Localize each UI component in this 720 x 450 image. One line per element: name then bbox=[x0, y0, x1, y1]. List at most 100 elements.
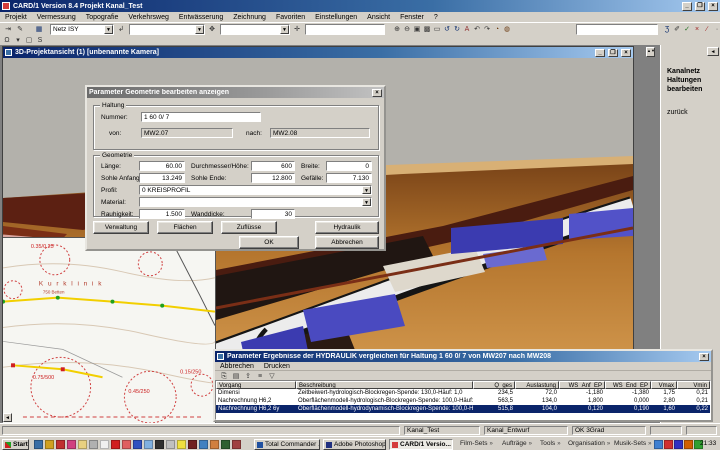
chevron-right-icon[interactable]: » bbox=[648, 441, 651, 447]
sohle-anfang-field[interactable]: 13.249 bbox=[139, 173, 185, 183]
breite-field[interactable]: 0 bbox=[326, 161, 372, 171]
menu-ansicht[interactable]: Ansicht bbox=[367, 14, 390, 21]
station-combobox[interactable]: ▼ bbox=[129, 24, 205, 35]
quicklaunch-icon[interactable] bbox=[56, 440, 65, 449]
rauhigkeit-field[interactable]: 1.500 bbox=[139, 209, 185, 219]
menu-projekt[interactable]: Projekt bbox=[5, 14, 27, 21]
omega-icon[interactable]: Ω bbox=[2, 35, 12, 45]
quicklaunch-icon[interactable] bbox=[67, 440, 76, 449]
results-menu-abbrechen[interactable]: Abbrechen bbox=[220, 363, 254, 370]
sidebar-item-kanalnetz[interactable]: Kanalnetz bbox=[667, 67, 702, 76]
results-menu-drucken[interactable]: Drucken bbox=[264, 363, 290, 370]
quicklaunch-icon[interactable] bbox=[133, 440, 142, 449]
chevron-right-icon[interactable]: » bbox=[557, 441, 560, 447]
maximize-button[interactable]: ❐ bbox=[608, 49, 618, 57]
material-select[interactable]: ▼ bbox=[139, 197, 372, 207]
maximize-button[interactable]: ❐ bbox=[695, 2, 705, 11]
toolbar-musik-sets[interactable]: Musik-Sets» bbox=[614, 440, 652, 447]
close-button[interactable]: × bbox=[372, 89, 382, 97]
quicklaunch-icon[interactable] bbox=[100, 440, 109, 449]
quicklaunch-icon[interactable] bbox=[111, 440, 120, 449]
rotate-left-icon[interactable]: ↺ bbox=[442, 24, 452, 34]
sohle-ende-field[interactable]: 12.800 bbox=[251, 173, 295, 183]
netz-combobox[interactable]: Netz ISY ▼ bbox=[50, 24, 114, 35]
station-pick-icon[interactable]: ✥ bbox=[207, 24, 217, 35]
close-button[interactable]: × bbox=[621, 49, 631, 57]
minimize-button[interactable]: _ bbox=[682, 2, 692, 11]
tray-icon[interactable] bbox=[684, 440, 693, 449]
command-field[interactable] bbox=[576, 24, 658, 35]
tray-icon[interactable] bbox=[664, 440, 673, 449]
sort-icon[interactable]: ≡ bbox=[255, 372, 265, 380]
menu-zeichnung[interactable]: Zeichnung bbox=[233, 14, 266, 21]
zoom-window-icon[interactable]: ▣ bbox=[412, 24, 422, 34]
chevron-right-icon[interactable]: » bbox=[607, 441, 610, 447]
menu-entwaesserung[interactable]: Entwässerung bbox=[179, 14, 223, 21]
quicklaunch-icon[interactable] bbox=[177, 440, 186, 449]
sidebar-item-bearbeiten[interactable]: bearbeiten bbox=[667, 85, 702, 94]
quicklaunch-icon[interactable] bbox=[188, 440, 197, 449]
quicklaunch-icon[interactable] bbox=[89, 440, 98, 449]
netz-apply-icon[interactable]: ↲ bbox=[116, 24, 126, 35]
pan-icon[interactable]: ▭ bbox=[432, 24, 442, 34]
quicklaunch-icon[interactable] bbox=[210, 440, 219, 449]
toolbar-film-sets[interactable]: Film-Sets» bbox=[460, 440, 493, 447]
flaechen-button[interactable]: Flächen bbox=[157, 221, 213, 234]
element-pick-icon[interactable]: ✛ bbox=[292, 24, 302, 35]
menu-topografie[interactable]: Topografie bbox=[86, 14, 119, 21]
copy-icon[interactable]: ▤ bbox=[231, 372, 241, 380]
globe-icon[interactable]: ◍ bbox=[502, 24, 512, 34]
redo-icon[interactable]: ↷ bbox=[482, 24, 492, 34]
quicklaunch-icon[interactable] bbox=[144, 440, 153, 449]
edit-icon[interactable]: ✎ bbox=[15, 24, 25, 34]
abbrechen-button[interactable]: Abbrechen bbox=[315, 236, 379, 249]
dot-icon[interactable]: · bbox=[712, 24, 720, 34]
site-plan-canvas[interactable]: 0.35/0.25 0.25/250 0.75/500 0.45/250 0.1… bbox=[3, 237, 216, 423]
column-header[interactable]: Vorgang bbox=[216, 381, 296, 389]
column-header[interactable]: Beschreibung bbox=[296, 381, 473, 389]
quicklaunch-icon[interactable] bbox=[199, 440, 208, 449]
column-header[interactable]: Q_ges bbox=[473, 381, 515, 389]
tray-icon[interactable] bbox=[674, 440, 683, 449]
close-button[interactable]: × bbox=[708, 2, 718, 11]
column-header[interactable]: Auslastung bbox=[515, 381, 559, 389]
table-row-selected[interactable]: Nachrechnung H6,2 6y Oberflächenmodell-h… bbox=[216, 405, 710, 413]
filter-icon[interactable]: ▽ bbox=[267, 372, 277, 380]
menu-favoriten[interactable]: Favoriten bbox=[276, 14, 305, 21]
sidebar-scroll-icon[interactable]: ◄ bbox=[707, 47, 719, 56]
quicklaunch-icon[interactable] bbox=[45, 440, 54, 449]
nummer-field[interactable]: 1 60 0/ 7 bbox=[141, 112, 261, 122]
column-header[interactable]: Vmax bbox=[651, 381, 677, 389]
export-icon[interactable]: ⇪ bbox=[243, 372, 253, 380]
quicklaunch-icon[interactable] bbox=[34, 440, 43, 449]
chevron-down-icon[interactable]: ▼ bbox=[195, 25, 204, 34]
laenge-field[interactable]: 60.00 bbox=[139, 161, 185, 171]
table-row[interactable]: Dimensi Zeitbeiwert-hydrologisch-Blockre… bbox=[216, 389, 710, 397]
task-total-commander[interactable]: Total Commander ... bbox=[254, 439, 320, 450]
undo-icon[interactable]: ↶ bbox=[472, 24, 482, 34]
taskbar-clock[interactable]: 21:33 bbox=[700, 440, 716, 447]
goto-icon[interactable]: ⇥ bbox=[3, 24, 13, 34]
menu-vermessung[interactable]: Vermessung bbox=[37, 14, 76, 21]
column-header[interactable]: WS_Anf_EP bbox=[559, 381, 605, 389]
zoom-all-icon[interactable]: ▩ bbox=[422, 24, 432, 34]
column-header[interactable]: Vmin bbox=[677, 381, 710, 389]
toolbar-auftraege[interactable]: Aufträge» bbox=[502, 440, 532, 447]
chevron-down-icon[interactable]: ▼ bbox=[104, 25, 113, 34]
close-button[interactable]: × bbox=[699, 353, 709, 361]
toolbar-organisation[interactable]: Organisation» bbox=[568, 440, 610, 447]
pen-icon[interactable]: ∕ bbox=[702, 24, 712, 34]
tray-icon[interactable] bbox=[654, 440, 663, 449]
toolbar-tools[interactable]: Tools» bbox=[540, 440, 561, 447]
durchmesser-field[interactable]: 600 bbox=[251, 161, 295, 171]
print-icon[interactable]: ⎘ bbox=[219, 372, 229, 380]
rotate-right-icon[interactable]: ↻ bbox=[452, 24, 462, 34]
style-icon[interactable]: S bbox=[35, 35, 45, 45]
quicklaunch-icon[interactable] bbox=[232, 440, 241, 449]
hydraulik-button[interactable]: Hydraulik bbox=[315, 221, 379, 234]
check-icon[interactable]: ✓ bbox=[682, 24, 692, 34]
sidebar-item-haltungen[interactable]: Haltungen bbox=[667, 76, 702, 85]
nach-field[interactable]: MW2.08 bbox=[270, 128, 370, 138]
coordinate-field[interactable] bbox=[305, 24, 385, 35]
dropdown-icon[interactable]: ▾ bbox=[13, 35, 23, 45]
